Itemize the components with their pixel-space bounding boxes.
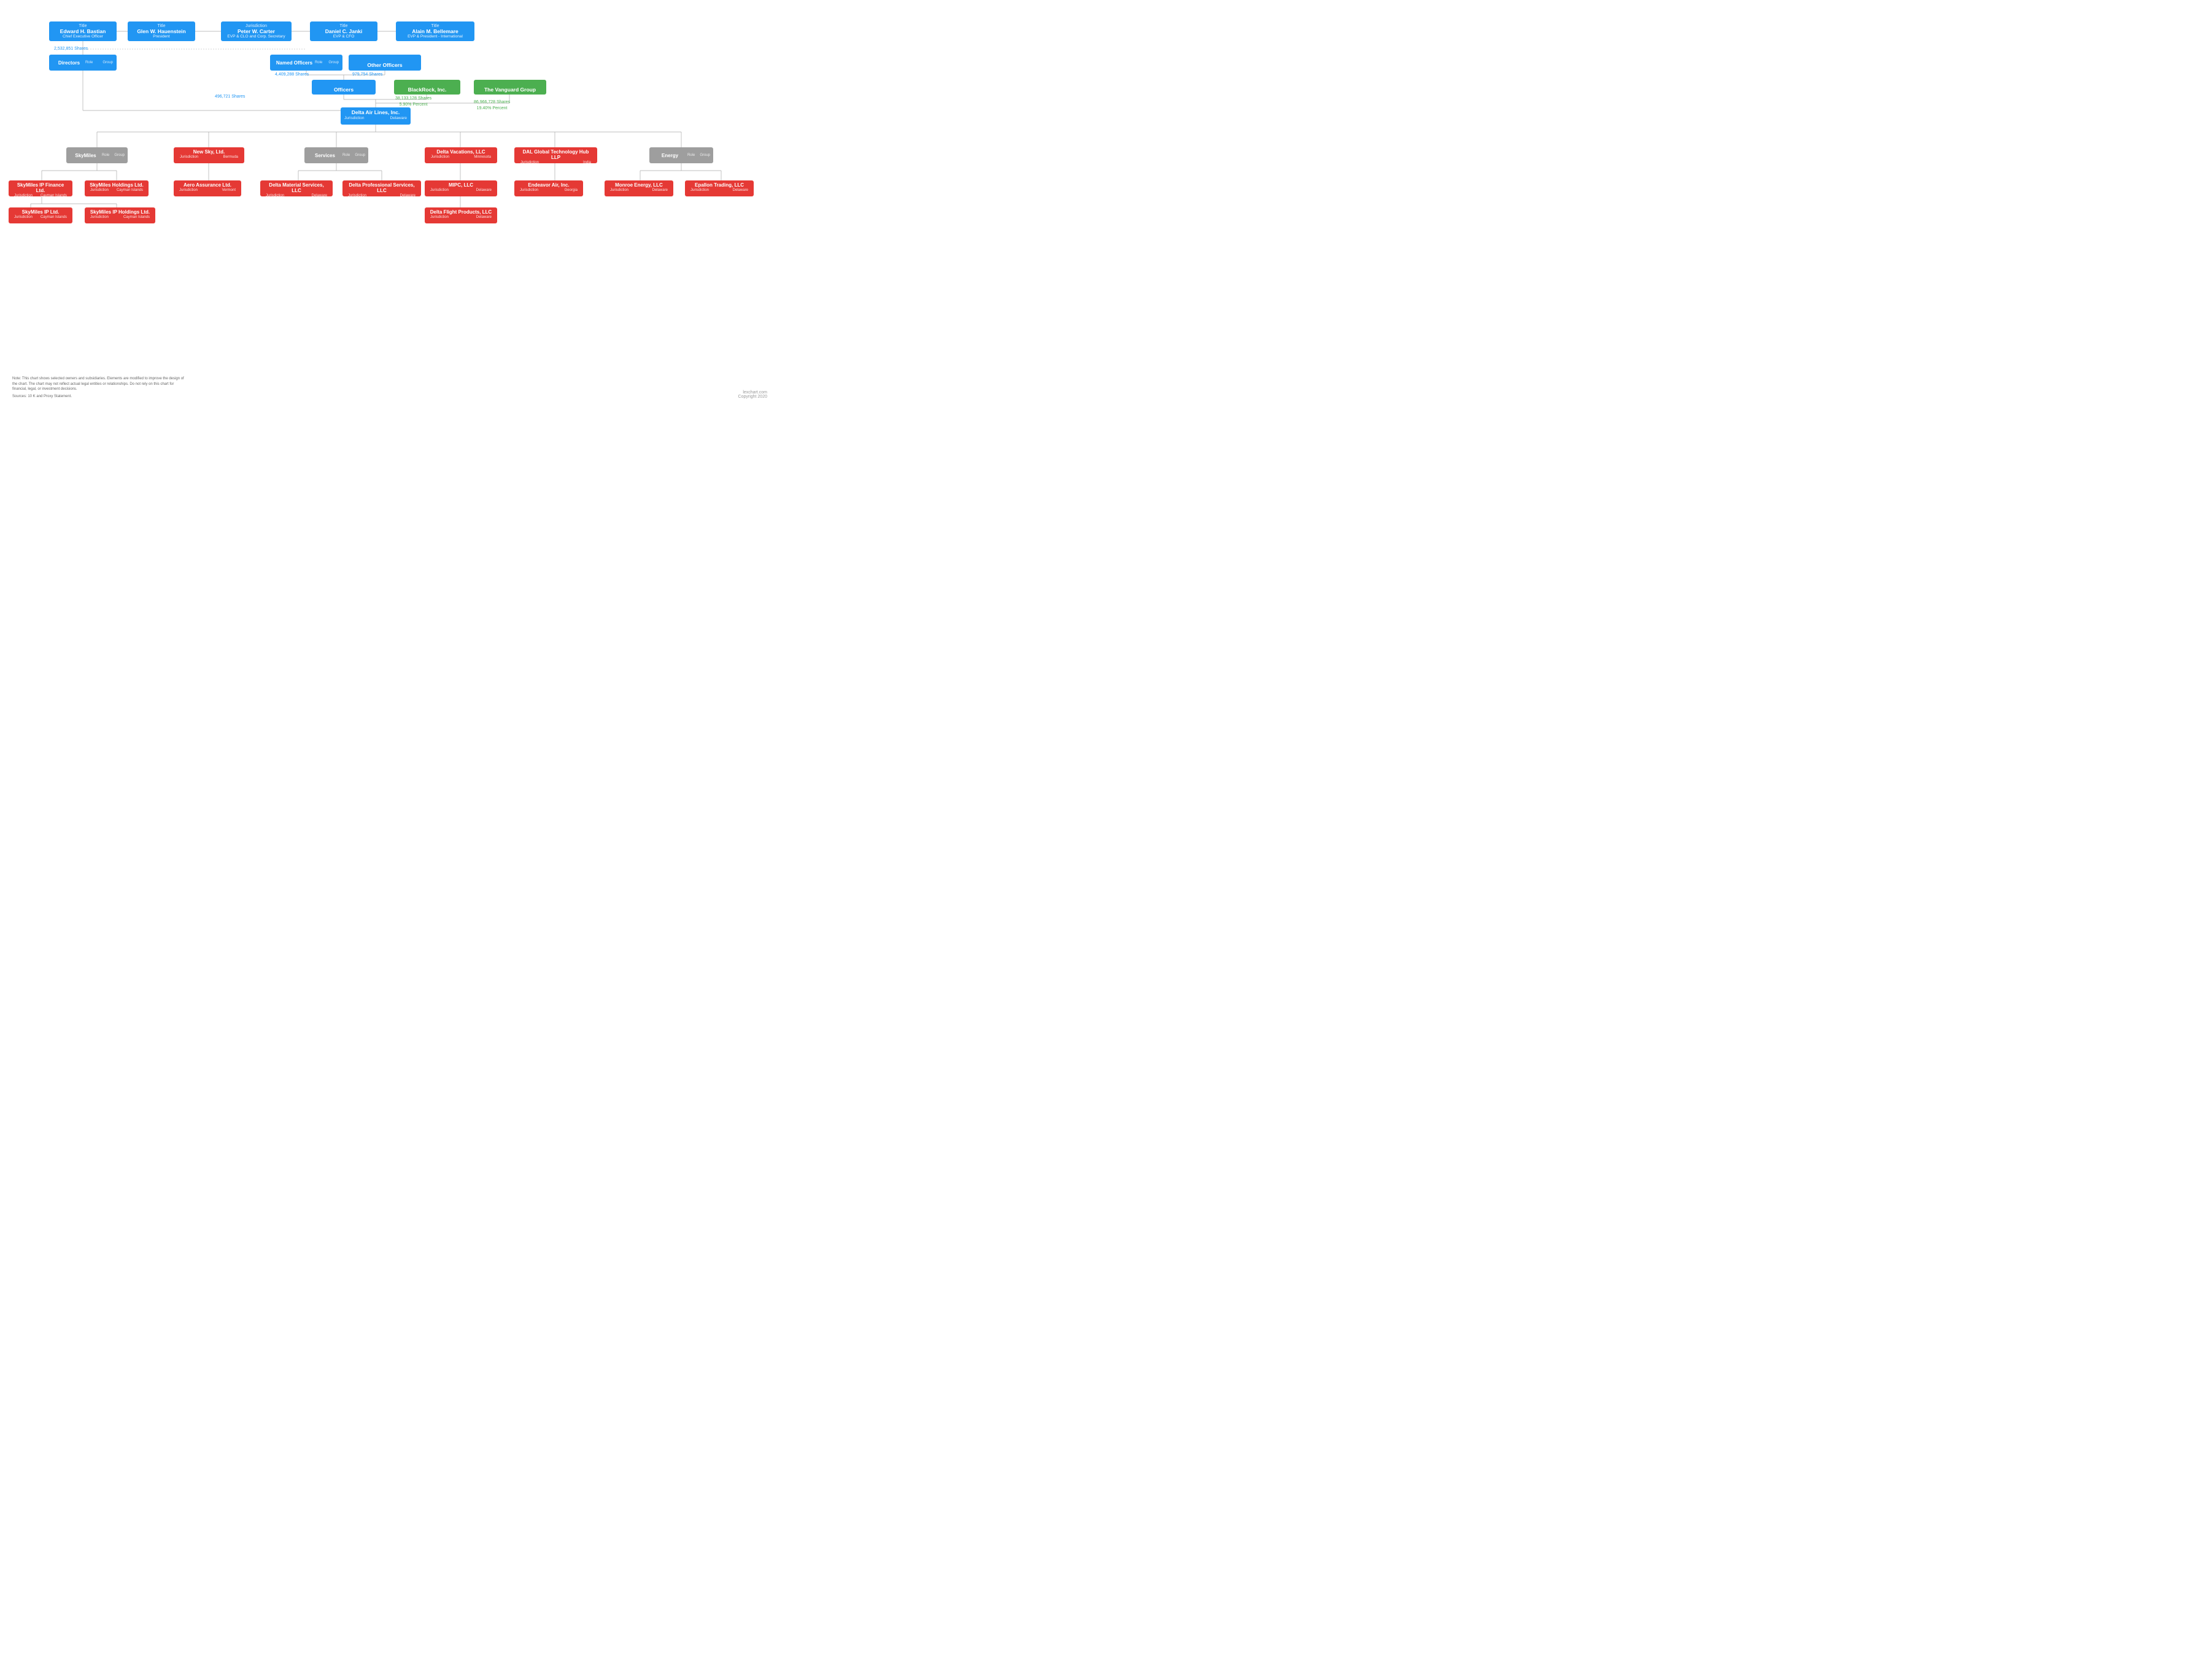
daniel-title-label: Title xyxy=(314,24,374,28)
group-directors: Directors Role Group xyxy=(49,55,117,71)
shares-blackrock-label: 38,133,128 Shares 5.90% Percent xyxy=(395,96,431,108)
peter-name: Peter W. Carter xyxy=(225,28,288,34)
sub2-delta-professional: Delta Professional Services, LLC Jurisdi… xyxy=(342,180,421,196)
copyright-text: lexchart.com Copyright 2020 xyxy=(738,390,767,399)
note-text: Note: This chart shows selected owners a… xyxy=(12,376,184,399)
sub2-epallon: Epallon Trading, LLC Jurisdiction Delawa… xyxy=(685,180,754,196)
sub2-mipc: MIPC, LLC Jurisdiction Delaware xyxy=(425,180,497,196)
sub2-delta-material: Delta Material Services, LLC Jurisdictio… xyxy=(260,180,333,196)
sub-energy: Energy Role Group xyxy=(649,147,713,163)
group-officers: Officers xyxy=(312,80,376,95)
person-peter: Jurisdiction Peter W. Carter EVP & CLO a… xyxy=(221,21,292,41)
sub-new-sky: New Sky, Ltd. Jurisdiction Bermuda xyxy=(174,147,244,163)
node-delta-air-lines: Delta Air Lines, Inc. Jurisdiction Delaw… xyxy=(341,107,411,125)
chart-container: Title Edward H. Bastian Chief Executive … xyxy=(0,0,779,405)
alain-name: Alain M. Bellemare xyxy=(400,28,471,34)
sub2-endeavor: Endeavor Air, Inc. Jurisdiction Georgia xyxy=(514,180,583,196)
sub3-delta-flight: Delta Flight Products, LLC Jurisdiction … xyxy=(425,207,497,223)
sub3-skymiles-ip: SkyMiles IP Ltd. Jurisdiction Cayman Isl… xyxy=(9,207,72,223)
sub3-skymiles-ip-holdings: SkyMiles IP Holdings Ltd. Jurisdiction C… xyxy=(85,207,155,223)
person-alain: Title Alain M. Bellemare EVP & President… xyxy=(396,21,474,41)
sub2-skymiles-ip-finance: SkyMiles IP Finance Ltd. Jurisdiction Ca… xyxy=(9,180,72,196)
shares-vanguard-label: 86,966,728 Shares 19.40% Percent xyxy=(474,99,510,112)
sub2-skymiles-holdings: SkyMiles Holdings Ltd. Jurisdiction Caym… xyxy=(85,180,149,196)
group-blackrock: BlackRock, Inc. xyxy=(394,80,460,95)
daniel-title: EVP & CFO xyxy=(314,34,374,39)
glen-name: Glen W. Hauenstein xyxy=(131,28,191,34)
shares-other-officers: 979,754 Shares xyxy=(352,72,382,77)
person-edward: Title Edward H. Bastian Chief Executive … xyxy=(49,21,117,41)
edward-title-label: Title xyxy=(53,24,113,28)
alain-title: EVP & President - International xyxy=(400,34,471,39)
edward-title: Chief Executive Officer xyxy=(53,34,113,39)
edward-name: Edward H. Bastian xyxy=(53,28,113,34)
daniel-name: Daniel C. Janki xyxy=(314,28,374,34)
shares-named-officers: 4,409,288 Shares xyxy=(275,72,309,77)
sub2-aero-assurance: Aero Assurance Ltd. Jurisdiction Vermont xyxy=(174,180,241,196)
sub-skymiles: SkyMiles Role Group xyxy=(66,147,128,163)
alain-title-label: Title xyxy=(400,24,471,28)
sub-dal-global: DAL Global Technology Hub LLP Jurisdicti… xyxy=(514,147,597,163)
person-daniel: Title Daniel C. Janki EVP & CFO xyxy=(310,21,377,41)
sub2-monroe: Monroe Energy, LLC Jurisdiction Delaware xyxy=(605,180,673,196)
glen-title-label: Title xyxy=(131,24,191,28)
peter-title: EVP & CLO and Corp. Secretary xyxy=(225,34,288,39)
shares-officers-label: 496,721 Shares xyxy=(215,95,245,99)
group-vanguard: The Vanguard Group xyxy=(474,80,546,95)
sub-services: Services Role Group xyxy=(304,147,368,163)
shares-edward-label: 2,532,851 Shares xyxy=(54,47,88,51)
sub-delta-vacations: Delta Vacations, LLC Jurisdiction Minnes… xyxy=(425,147,497,163)
glen-title: President xyxy=(131,34,191,39)
person-glen: Title Glen W. Hauenstein President xyxy=(128,21,195,41)
group-other-officers: Other Officers xyxy=(349,55,421,71)
peter-title-label: Jurisdiction xyxy=(225,24,288,28)
group-named-officers: Named Officers Role Group xyxy=(270,55,342,71)
